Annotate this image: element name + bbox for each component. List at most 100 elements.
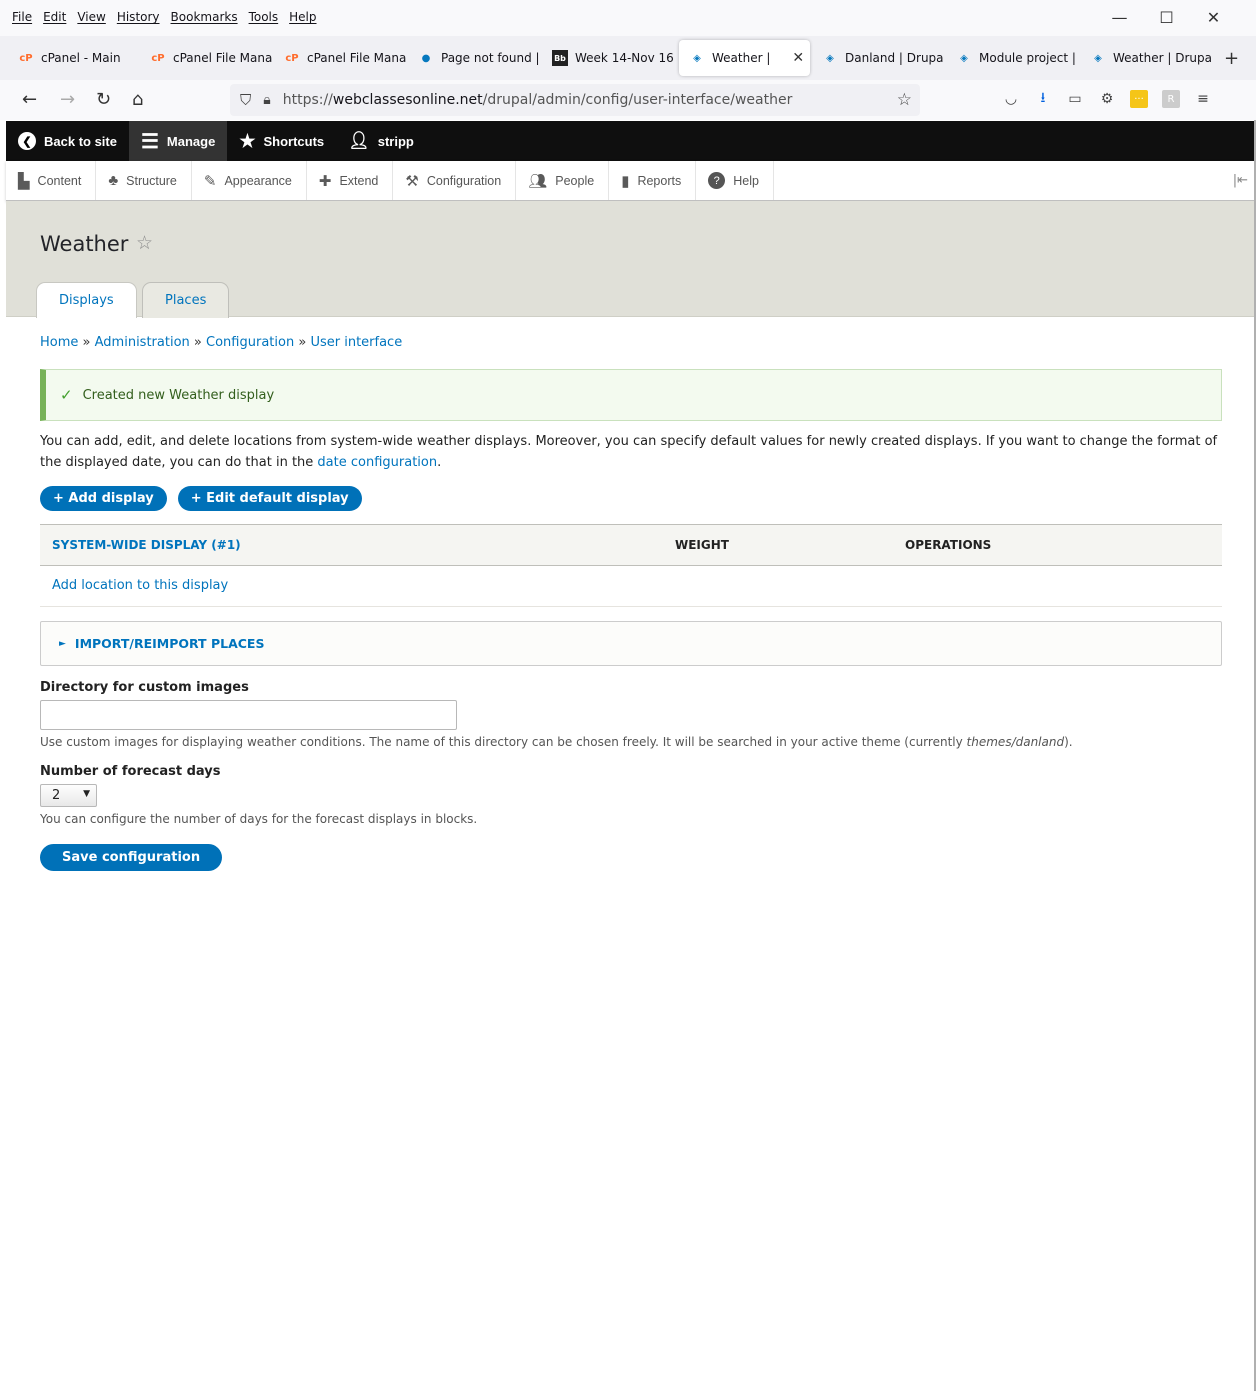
breadcrumb-separator: » <box>193 335 202 350</box>
shortcuts-tab[interactable]: ★ Shortcuts <box>227 121 336 161</box>
url-text[interactable]: https://webclassesonline.net/drupal/admi… <box>283 92 793 108</box>
page-title: Weather <box>40 232 129 256</box>
directory-desc-text: Use custom images for displaying weather… <box>40 735 963 749</box>
status-message-text: Created new Weather display <box>82 387 275 403</box>
back-to-site-label: Back to site <box>44 133 117 149</box>
maximize-button[interactable]: ☐ <box>1143 8 1190 27</box>
tab-label: Week 14-Nov 16 <box>575 51 674 65</box>
description-end: . <box>437 455 442 470</box>
app-menu-icon[interactable]: ≡ <box>1194 90 1212 108</box>
bookmark-star-icon[interactable]: ☆ <box>897 90 912 110</box>
browser-tab[interactable]: ◈ Weather | Drupal <box>1080 40 1212 76</box>
cpanel-icon: cP <box>19 52 33 64</box>
tray-item-people[interactable]: 👥︎ People <box>516 161 610 200</box>
tray-item-structure[interactable]: ♣ Structure <box>96 161 192 200</box>
minimize-button[interactable]: — <box>1096 8 1143 27</box>
pocket-icon[interactable]: ◡ <box>1002 90 1020 108</box>
tab-label: Danland | Drupal <box>845 51 944 65</box>
tab-label: cPanel File Mana <box>307 51 406 65</box>
reader-view-icon[interactable]: ▭ <box>1066 90 1084 108</box>
directory-input[interactable] <box>40 700 457 730</box>
browser-tab[interactable]: Bb Week 14-Nov 16 <box>542 40 674 76</box>
user-tab[interactable]: 👤︎ stripp <box>336 121 426 161</box>
tray-item-configuration[interactable]: ⚒ Configuration <box>393 161 517 200</box>
browser-tab[interactable]: ● Page not found | <box>408 40 540 76</box>
drupal-icon: ◈ <box>826 52 834 64</box>
menu-history[interactable]: History <box>117 10 160 24</box>
home-icon[interactable]: ⌂ <box>132 89 143 110</box>
add-display-button[interactable]: + Add display <box>40 486 167 511</box>
browser-tab[interactable]: cP cPanel File Mana <box>274 40 406 76</box>
tab-label: cPanel - Main <box>41 51 121 65</box>
triangle-right-icon: ► <box>59 638 66 649</box>
forecast-days-select[interactable]: 2 ▼ <box>40 784 97 807</box>
tray-item-reports[interactable]: ▮ Reports <box>609 161 697 200</box>
menu-file[interactable]: File <box>12 10 32 24</box>
breadcrumb-configuration[interactable]: Configuration <box>206 335 294 350</box>
breadcrumb-user-interface[interactable]: User interface <box>310 335 402 350</box>
wrench-icon: ⚒ <box>405 172 419 190</box>
tray-item-extend[interactable]: ✚ Extend <box>307 161 394 200</box>
menu-view[interactable]: View <box>77 10 105 24</box>
back-to-site-link[interactable]: ❮ Back to site <box>6 121 129 161</box>
tray-item-appearance[interactable]: ✎ Appearance <box>192 161 307 200</box>
menu-edit[interactable]: Edit <box>43 10 66 24</box>
directory-label: Directory for custom images <box>40 680 249 695</box>
import-places-details[interactable]: ► Import/reimport places <box>40 621 1222 666</box>
breadcrumb-home[interactable]: Home <box>40 335 78 350</box>
extension-gray-icon[interactable]: R <box>1162 90 1180 108</box>
breadcrumb-administration[interactable]: Administration <box>95 335 190 350</box>
tray-item-content[interactable]: ▙ Content <box>6 161 97 200</box>
displays-table: System-wide display (#1) Weight Operatio… <box>40 524 1222 607</box>
collapse-tray-icon[interactable]: |⇤ <box>1233 173 1248 188</box>
tray-label: Content <box>37 173 82 188</box>
table-header: System-wide display (#1) Weight Operatio… <box>40 524 1222 566</box>
download-icon[interactable]: ⭳ <box>1034 90 1052 108</box>
browser-tab[interactable]: ◈ Module project | <box>946 40 1078 76</box>
directory-desc-end: ). <box>1064 735 1073 749</box>
tab-label: Page not found | <box>441 51 540 65</box>
browser-tab[interactable]: ◈ Danland | Drupal <box>812 40 944 76</box>
tray-label: Configuration <box>426 173 502 188</box>
browser-tab[interactable]: cP cPanel File Mana <box>140 40 272 76</box>
tab-displays[interactable]: Displays <box>36 282 137 318</box>
save-configuration-button[interactable]: Save configuration <box>40 844 223 871</box>
forward-arrow-icon[interactable]: → <box>60 89 75 110</box>
date-configuration-link[interactable]: date configuration <box>317 455 437 470</box>
back-arrow-icon[interactable]: ← <box>22 89 37 110</box>
shortcut-star-icon[interactable]: ☆ <box>136 232 153 254</box>
browser-tabbar: cP cPanel - Main cP cPanel File Mana cP … <box>0 36 1256 80</box>
bar-chart-icon: ▮ <box>621 172 630 190</box>
user-icon: 👤︎ <box>348 131 370 150</box>
close-window-button[interactable]: ✕ <box>1190 8 1237 27</box>
shield-icon[interactable]: ⛉ <box>240 91 251 109</box>
edit-default-display-button[interactable]: + Edit default display <box>177 486 362 511</box>
theme-path: themes/danland <box>966 735 1065 749</box>
menu-help[interactable]: Help <box>289 10 316 24</box>
address-bar[interactable]: ⛉ 🔒︎ https://webclassesonline.net/drupal… <box>230 84 920 116</box>
add-location-link[interactable]: Add location to this display <box>52 578 228 593</box>
lock-icon[interactable]: 🔒︎ <box>263 92 270 108</box>
browser-tab[interactable]: cP cPanel - Main <box>8 40 138 76</box>
tab-label: Module project | <box>979 51 1076 65</box>
forecast-days-value: 2 <box>52 788 61 803</box>
toolbar-icons: ◡ ⭳ ▭ ⚙ ··· R ≡ <box>1002 90 1212 108</box>
browser-menubar: File Edit View History Bookmarks Tools H… <box>0 0 1256 36</box>
details-summary: Import/reimport places <box>74 636 265 651</box>
close-tab-icon[interactable]: ✕ <box>792 50 804 66</box>
extension-gear-icon[interactable]: ⚙ <box>1098 90 1116 108</box>
menu-tools[interactable]: Tools <box>249 10 279 24</box>
tray-label: Structure <box>126 173 177 188</box>
browser-navbar: ← → ↻ ⌂ ⛉ 🔒︎ https://webclassesonline.ne… <box>0 80 1256 120</box>
extension-yellow-icon[interactable]: ··· <box>1130 90 1148 108</box>
new-tab-icon[interactable]: + <box>1224 48 1239 69</box>
user-label: stripp <box>377 133 414 149</box>
tab-places[interactable]: Places <box>142 282 230 318</box>
menu-bookmarks[interactable]: Bookmarks <box>171 10 238 24</box>
tray-item-help[interactable]: ? Help <box>696 161 774 200</box>
manage-tab[interactable]: ☰ Manage <box>128 121 228 161</box>
browser-tab-active[interactable]: ◈ Weather | ✕ <box>679 40 810 76</box>
star-icon: ★ <box>239 130 256 151</box>
reload-icon[interactable]: ↻ <box>96 89 111 110</box>
system-wide-display-link[interactable]: System-wide display (#1) <box>52 538 241 552</box>
